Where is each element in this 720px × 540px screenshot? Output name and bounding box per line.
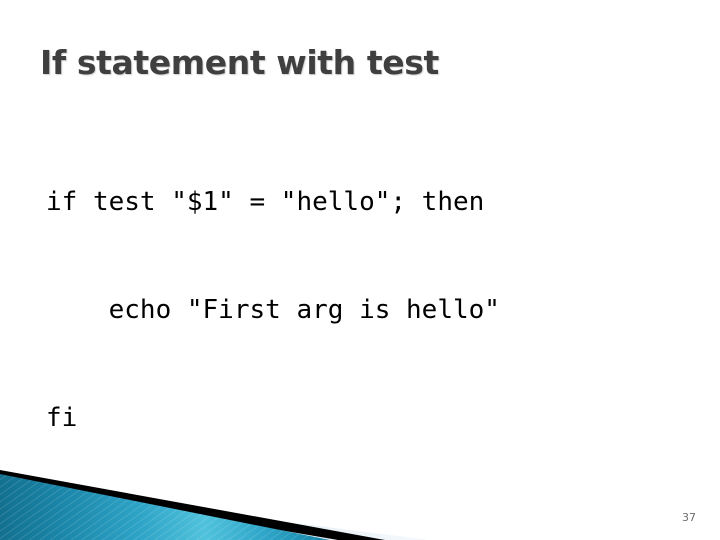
- code-line: if test "$1" = "hello"; then: [46, 187, 485, 217]
- slide-canvas: If statement with test if test "$1" = "h…: [0, 0, 720, 540]
- code-line: echo "First arg is hello": [46, 295, 500, 325]
- code-line: fi: [46, 403, 78, 433]
- page-title: If statement with test: [40, 43, 439, 82]
- slide-number: 37: [682, 511, 696, 524]
- code-content-area: if test "$1" = "hello"; then echo "First…: [46, 112, 696, 540]
- code-block-first: if test "$1" = "hello"; then echo "First…: [46, 112, 696, 508]
